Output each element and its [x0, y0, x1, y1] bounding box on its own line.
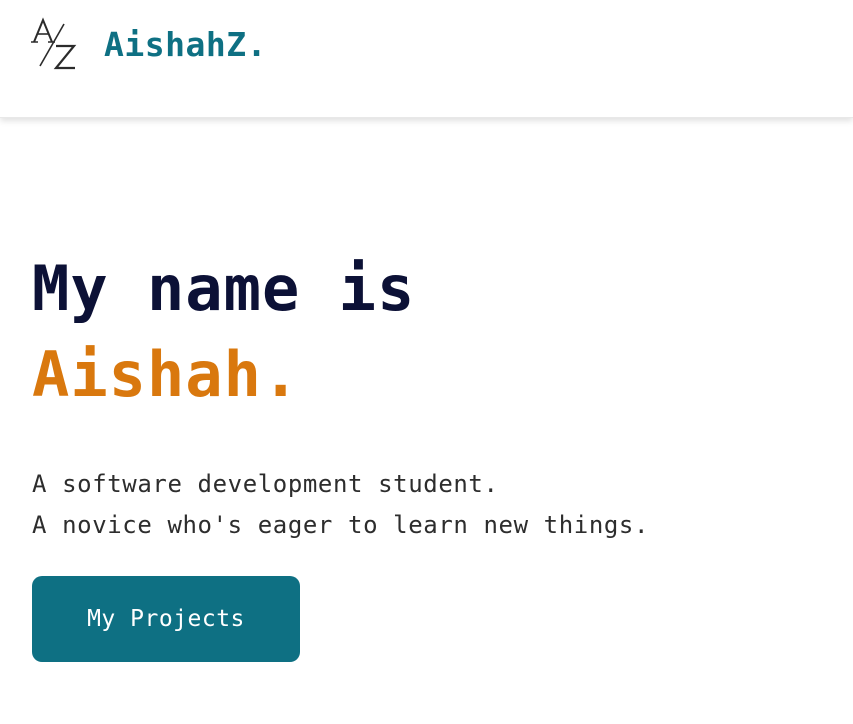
hero-section: My name is Aishah. A software developmen… — [32, 246, 822, 546]
headline-name: Aishah. — [32, 338, 301, 411]
site-header: AishahZ. — [0, 0, 853, 118]
my-projects-button[interactable]: My Projects — [32, 576, 300, 662]
description-line: A novice who's eager to learn new things… — [32, 511, 650, 539]
az-monogram-logo — [31, 17, 77, 70]
brand-name: AishahZ. — [104, 24, 267, 64]
home-link[interactable]: AishahZ. — [30, 16, 267, 72]
hero-headline: My name is Aishah. — [32, 246, 822, 418]
headline-intro: My name is — [32, 252, 416, 325]
description-line: A software development student. — [32, 470, 499, 498]
hero-description: A software development student. A novice… — [32, 464, 822, 546]
